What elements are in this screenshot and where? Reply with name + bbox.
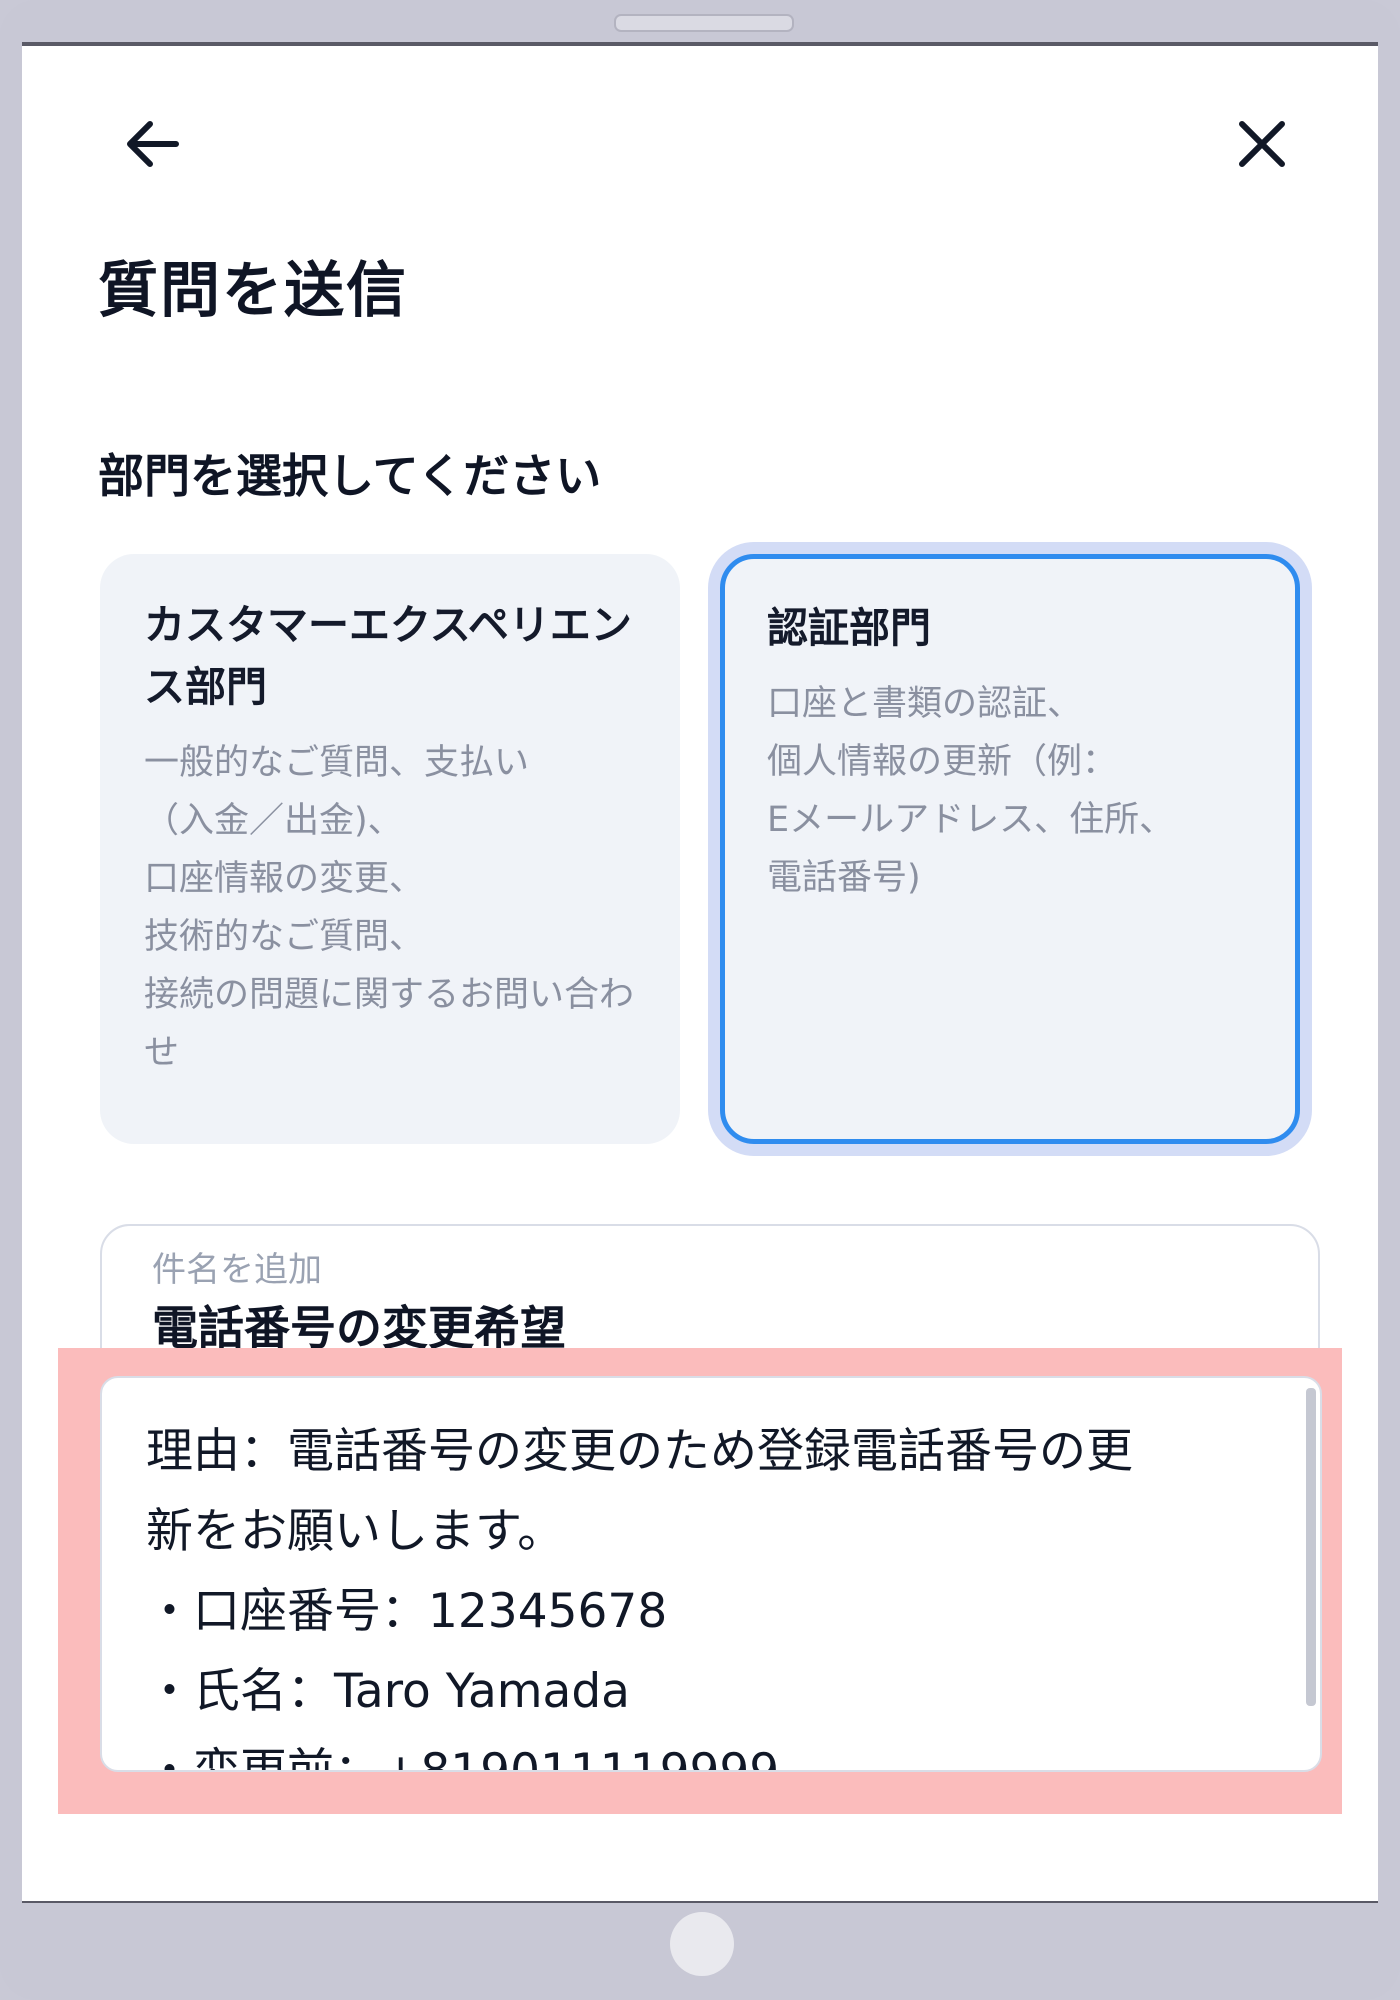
department-name: 認証部門 [767,604,931,652]
home-button[interactable] [670,1912,734,1976]
message-scrollbar[interactable] [1306,1388,1316,1706]
back-button[interactable] [114,104,194,184]
message-line: ・変更前：+819011119999 [146,1744,780,1772]
subject-label: 件名を追加 [152,1250,322,1290]
message-line: ・氏名：Taro Yamada [146,1664,630,1719]
section-title: 部門を選択してください [98,449,602,503]
department-name: カスタマーエクスペリエンス部門 [144,601,632,711]
close-icon [1239,121,1285,167]
close-button[interactable] [1222,104,1302,184]
screen: 質問を送信 部門を選択してください カスタマーエクスペリエンス部門 一般的なご質… [22,42,1378,1903]
message-textarea[interactable]: 理由：電話番号の変更のため登録電話番号の更 新をお願いします。 ・口座番号：12… [100,1376,1322,1772]
department-description: 口座と書類の認証、 個人情報の更新（例： Eメールアドレス、住所、 電話番号) [767,684,1175,898]
message-line: 新をお願いします。 [146,1504,565,1559]
page-title: 質問を送信 [98,256,408,326]
message-line: ・口座番号：12345678 [146,1584,668,1639]
tablet-speaker [614,14,794,32]
department-card-customer-experience[interactable]: カスタマーエクスペリエンス部門 一般的なご質問、支払い （入金／出金)、 口座情… [100,554,680,1144]
department-card-verification[interactable]: 認証部門 口座と書類の認証、 個人情報の更新（例： Eメールアドレス、住所、 電… [720,554,1300,1144]
department-description: 一般的なご質問、支払い （入金／出金)、 口座情報の変更、 技術的なご質問、 接… [144,743,635,1073]
message-line: 理由：電話番号の変更のため登録電話番号の更 [146,1424,1133,1479]
arrow-left-icon [127,121,179,167]
